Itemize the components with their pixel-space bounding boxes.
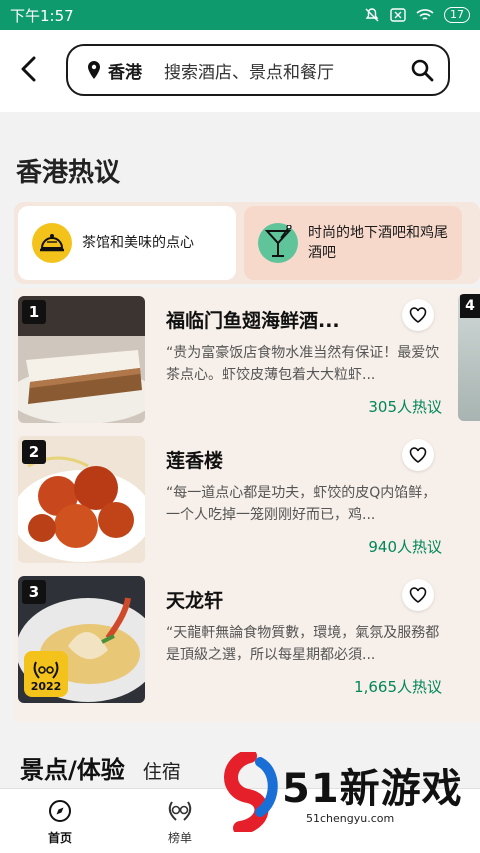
heart-icon bbox=[409, 587, 427, 603]
chevron-left-icon bbox=[21, 56, 36, 82]
location-pin-icon bbox=[88, 61, 100, 79]
list-item[interactable]: 1 福临门鱼翅海鲜酒... “贵为富豪饭店食物水准当然有保证！最爱饮茶点心。虾饺… bbox=[14, 292, 458, 423]
list-item[interactable]: 2 莲香楼 “每一道点心都是功夫，虾饺的皮Q内馅鲜，一个人吃掉一笼刚刚好而已，鸡… bbox=[14, 432, 458, 563]
review-snippet: “每一道点心都是功夫，虾饺的皮Q内馅鲜，一个人吃掉一笼刚刚好而已，鸡... bbox=[166, 485, 437, 523]
cocktail-icon bbox=[258, 223, 298, 263]
sim-off-icon bbox=[390, 8, 406, 22]
back-button[interactable] bbox=[14, 54, 42, 84]
restaurant-name[interactable]: 莲香楼 bbox=[166, 446, 346, 473]
section-title: 香港热议 bbox=[16, 158, 121, 188]
save-button[interactable] bbox=[402, 299, 434, 331]
search-location-label: 香港 bbox=[108, 62, 142, 83]
next-list-item-peek[interactable]: 4 bbox=[458, 294, 480, 421]
watermark-logo bbox=[224, 752, 278, 832]
attractions-title[interactable]: 景点/体验 bbox=[20, 750, 125, 785]
restaurant-photo: 3 2022 bbox=[18, 576, 145, 703]
rank-badge: 2 bbox=[22, 440, 46, 464]
watermark: 51新游戏 51chengyu.com bbox=[220, 752, 470, 832]
rank-badge: 3 bbox=[22, 580, 46, 604]
award-year: 2022 bbox=[30, 680, 62, 693]
status-time: 下午1:57 bbox=[10, 6, 74, 25]
save-button[interactable] bbox=[402, 579, 434, 611]
travelers-choice-badge: 2022 bbox=[24, 651, 68, 697]
search-box[interactable]: 香港 搜索酒店、景点和餐厅 bbox=[66, 44, 450, 96]
tab-dim-sum-label: 茶馆和美味的点心 bbox=[82, 235, 194, 251]
tab-cocktail-bars-label: 时尚的地下酒吧和鸡尾酒吧 bbox=[308, 225, 448, 261]
nav-rankings-label: 榜单 bbox=[167, 831, 192, 845]
laurel-owl-icon bbox=[33, 661, 59, 679]
battery-indicator: 17 bbox=[444, 7, 470, 23]
review-snippet: “贵为富豪饭店食物水准当然有保证！最爱饮茶点心。虾饺皮薄包着大大粒虾... bbox=[166, 345, 440, 383]
status-icons: 17 bbox=[364, 7, 470, 23]
status-bar: 下午1:57 17 bbox=[0, 0, 480, 30]
nav-home[interactable]: 首页 bbox=[30, 799, 90, 846]
tab-cocktail-bars[interactable]: 时尚的地下酒吧和鸡尾酒吧 bbox=[244, 206, 462, 280]
watermark-brand: 51新游戏 bbox=[282, 766, 463, 812]
save-button[interactable] bbox=[402, 439, 434, 471]
rank-badge: 4 bbox=[460, 294, 480, 318]
search-input[interactable]: 搜索酒店、景点和餐厅 bbox=[164, 58, 410, 83]
nav-home-label: 首页 bbox=[47, 831, 72, 845]
list-item[interactable]: 3 2022 天龙轩 “天龍軒無論食物質數，環境，氣氛及服務都是頂級之選，所以每… bbox=[14, 572, 458, 703]
wifi-icon bbox=[416, 9, 434, 20]
restaurant-photo: 1 bbox=[18, 296, 145, 423]
topic-tabs: 茶馆和美味的点心 时尚的地下酒吧和鸡尾酒吧 bbox=[14, 202, 480, 284]
mute-icon bbox=[365, 8, 379, 22]
tab-lodging[interactable]: 住宿 bbox=[143, 757, 181, 784]
restaurant-name[interactable]: 天龙轩 bbox=[166, 586, 346, 613]
discussion-count: 940人热议 bbox=[368, 538, 442, 556]
review-snippet: “天龍軒無論食物質數，環境，氣氛及服務都是頂級之選，所以每星期都必須... bbox=[166, 625, 440, 663]
restaurant-list: 1 福临门鱼翅海鲜酒... “贵为富豪饭店食物水准当然有保证！最爱饮茶点心。虾饺… bbox=[14, 288, 480, 722]
discussion-count: 1,665人热议 bbox=[354, 678, 442, 696]
tab-dim-sum[interactable]: 茶馆和美味的点心 bbox=[18, 206, 236, 280]
discussion-count: 305人热议 bbox=[368, 398, 442, 416]
search-location[interactable]: 香港 bbox=[86, 58, 142, 83]
heart-icon bbox=[409, 447, 427, 463]
search-icon[interactable] bbox=[410, 58, 434, 82]
laurel-icon bbox=[168, 801, 192, 821]
restaurant-name[interactable]: 福临门鱼翅海鲜酒... bbox=[166, 306, 346, 333]
rank-badge: 1 bbox=[22, 300, 46, 324]
compass-icon bbox=[49, 800, 71, 822]
restaurant-photo: 2 bbox=[18, 436, 145, 563]
header: 香港 搜索酒店、景点和餐厅 bbox=[0, 30, 480, 112]
heart-icon bbox=[409, 307, 427, 323]
main-content: 香港热议 茶馆和美味的点心 时尚的地下酒吧和鸡尾酒吧 1 福临门鱼翅海鲜酒... bbox=[0, 112, 480, 788]
cloche-icon bbox=[32, 223, 72, 263]
watermark-url: 51chengyu.com bbox=[306, 812, 395, 825]
nav-rankings[interactable]: 榜单 bbox=[150, 799, 210, 846]
attractions-section-header: 景点/体验 住宿 bbox=[20, 750, 181, 785]
